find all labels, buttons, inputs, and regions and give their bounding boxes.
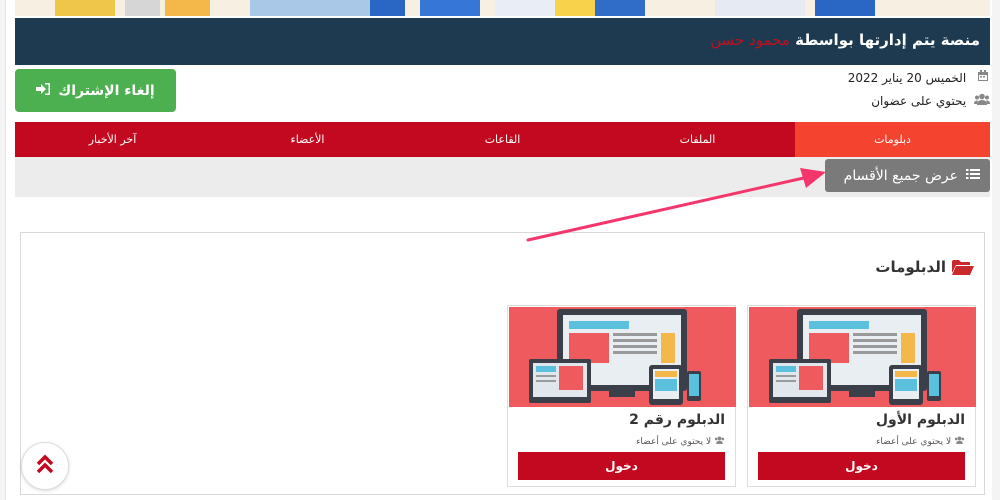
platform-text: منصة يتم إدارتها بواسطة	[795, 31, 980, 49]
section-title-text: الدبلومات	[875, 258, 946, 276]
tab-files[interactable]: الملفات	[600, 122, 795, 157]
page-left-edge	[0, 0, 6, 500]
diploma-thumbnail	[749, 307, 976, 407]
double-chevron-up-icon	[36, 453, 54, 479]
diploma-card: الدبلوم رقم 2 لا يحتوي على أعضاء دخول	[507, 305, 736, 487]
diplomas-panel: الدبلومات الدبلوم الأول لا يحتوي على أعض…	[20, 232, 985, 495]
owner-name-link[interactable]: محمود حسن	[710, 31, 790, 49]
members-row: يحتوي على عضوان	[790, 93, 990, 108]
tab-halls[interactable]: القاعات	[405, 122, 600, 157]
enter-button[interactable]: دخول	[758, 452, 965, 480]
diploma-members: لا يحتوي على أعضاء	[876, 436, 965, 447]
tab-diplomas[interactable]: دبلومات	[795, 122, 990, 157]
main-nav: دبلومات الملفات القاعات الأعضاء آخر الأخ…	[15, 122, 990, 157]
diploma-thumbnail	[509, 307, 736, 407]
date-row: الخميس 20 يناير 2022	[790, 70, 990, 85]
users-icon	[974, 93, 990, 108]
users-icon	[711, 436, 725, 447]
diploma-card: الدبلوم الأول لا يحتوي على أعضاء دخول	[747, 305, 976, 487]
platform-info: منصة يتم إدارتها بواسطة محمود حسن	[710, 31, 980, 49]
members-text: يحتوي على عضوان	[871, 94, 967, 108]
diploma-title[interactable]: الدبلوم رقم 2	[629, 412, 725, 428]
show-all-sections-button[interactable]: عرض جميع الأقسام	[825, 159, 990, 192]
list-icon	[966, 168, 980, 184]
date-text: الخميس 20 يناير 2022	[847, 71, 967, 85]
diploma-members: لا يحتوي على أعضاء	[636, 436, 725, 447]
tab-members[interactable]: الأعضاء	[210, 122, 405, 157]
section-title: الدبلومات	[875, 258, 974, 276]
show-all-sections-label: عرض جميع الأقسام	[843, 167, 958, 184]
tab-latest-news[interactable]: آخر الأخبار	[15, 122, 210, 157]
folder-open-icon	[952, 259, 974, 275]
banner-image	[15, 0, 990, 16]
users-icon	[951, 436, 965, 447]
unsubscribe-button[interactable]: إلغاء الإشتراك	[15, 69, 176, 112]
diploma-members-text: لا يحتوي على أعضاء	[636, 437, 712, 447]
scroll-to-top-button[interactable]	[21, 442, 69, 490]
enter-button[interactable]: دخول	[518, 452, 725, 480]
unsubscribe-label: إلغاء الإشتراك	[58, 82, 155, 99]
page: منصة يتم إدارتها بواسطة محمود حسن الخميس…	[0, 0, 1000, 500]
diploma-title[interactable]: الدبلوم الأول	[876, 412, 965, 428]
platform-header: منصة يتم إدارتها بواسطة محمود حسن	[15, 18, 990, 65]
calendar-icon	[976, 70, 990, 85]
diploma-members-text: لا يحتوي على أعضاء	[876, 437, 952, 447]
sign-out-icon	[36, 82, 51, 99]
sections-bar: عرض جميع الأقسام	[15, 157, 990, 197]
page-right-edge	[992, 0, 1000, 500]
